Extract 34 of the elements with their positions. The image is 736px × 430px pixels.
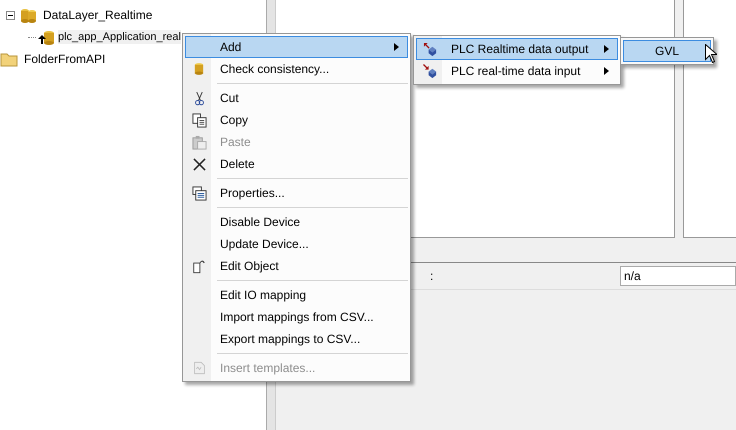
document-icon — [192, 361, 206, 375]
menu-item[interactable]: Disable Device — [185, 211, 408, 233]
menu-item[interactable]: Properties... — [185, 182, 408, 204]
menu-item[interactable]: Export mappings to CSV... — [185, 328, 408, 350]
menu-item[interactable]: GVL — [623, 40, 711, 62]
value-field[interactable]: n/a — [620, 266, 736, 286]
clipboard-icon — [192, 134, 206, 150]
tree-item[interactable]: DataLayer_Realtime — [41, 7, 154, 23]
cube-arrow-in-icon — [422, 64, 438, 78]
copy-icon — [192, 112, 206, 128]
menu-item[interactable]: Delete — [185, 153, 408, 175]
menu-item[interactable]: Update Device... — [185, 233, 408, 255]
menu-item[interactable]: Check consistency... — [185, 58, 408, 80]
menu-item[interactable]: PLC Realtime data output — [416, 38, 618, 60]
folder-icon — [0, 51, 18, 67]
property-separator: : — [430, 269, 434, 283]
database-icon — [19, 7, 37, 23]
properties-icon — [192, 186, 206, 200]
menu-item[interactable]: Cut — [185, 87, 408, 109]
database-icon — [194, 62, 204, 76]
menu-item[interactable]: PLC real-time data input — [416, 60, 618, 82]
document-arrow-icon — [192, 258, 206, 274]
tree-item[interactable]: FolderFromAPI — [22, 51, 108, 67]
database-arrow-icon — [38, 29, 56, 45]
scissors-icon — [194, 90, 204, 106]
menu-item[interactable]: Import mappings from CSV... — [185, 306, 408, 328]
menu-item[interactable]: Edit IO mapping — [185, 284, 408, 306]
menu-item[interactable]: Add — [185, 36, 408, 58]
menu-item[interactable]: Copy — [185, 109, 408, 131]
collapse-icon[interactable] — [6, 10, 15, 20]
delete-icon — [192, 158, 206, 170]
cube-arrow-out-icon — [422, 42, 438, 56]
tree-item[interactable]: plc_app_Application_real — [58, 30, 181, 44]
menu-item[interactable]: Edit Object — [185, 255, 408, 277]
